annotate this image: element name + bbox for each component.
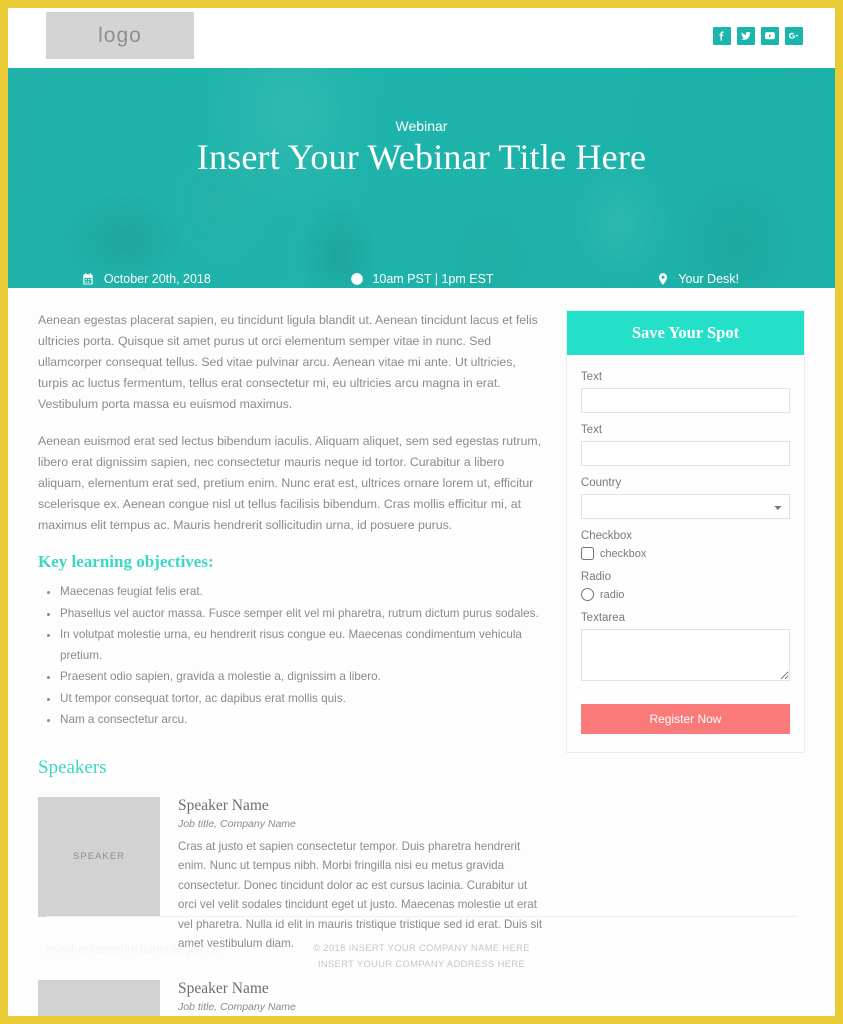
page-title: Insert Your Webinar Title Here [196,137,647,177]
field-text-1: Text [580,371,790,413]
hero-meta-time-text: 10am PST | 1pm EST [372,271,494,286]
form-header-title: Save Your Spot [566,311,804,355]
radio-option-label: radio [599,588,625,601]
field-radio-label: Radio [580,571,611,583]
form-body: Text Text Country Checkbox checkbox Radi… [567,355,804,752]
youtube-icon[interactable] [761,27,779,45]
logo-text: logo [98,23,142,47]
field-checkbox: Checkbox checkbox [580,530,790,560]
objectives-heading: Key learning objectives: [38,552,214,571]
list-item: Praesent odio sapien, gravida a molestie… [60,667,546,688]
field-country: Country [580,477,790,519]
field-textarea: Textarea [580,612,790,681]
hero-meta-date-text: October 20th, 2018 [103,271,211,286]
site-footer: wwwheritagechristiancollege.com © 2018 I… [8,916,835,1016]
field-radio: Radio radio [580,571,790,601]
twitter-icon[interactable] [737,27,755,45]
list-item: Nam a consectetur arcu. [60,710,546,731]
list-item: In volutpat molestie urna, eu hendrerit … [60,625,546,666]
field-text-1-label: Text [580,371,603,383]
speaker-role: Job title, Company Name [178,817,296,830]
field-textarea-label: Textarea [580,612,626,624]
speakers-heading: Speakers [38,756,107,778]
footer-address: INSERT YOUUR COMPANY ADDRESS HERE [317,959,526,969]
list-item: Ut tempor consequat tortor, ac dapibus e… [60,689,546,710]
hero-eyebrow: Webinar [395,118,448,134]
site-header: logo [8,8,835,68]
hero-meta-location-text: Your Desk! [678,271,740,286]
footer-divider [46,916,797,917]
speaker-name: Speaker Name [178,796,269,814]
location-pin-icon [655,271,670,286]
intro-paragraph-1: Aenean egestas placerat sapien, eu tinci… [38,313,538,411]
field-text-2: Text [580,424,790,466]
speaker-photo-label: SPEAKER [73,851,125,862]
footer-company-info: © 2018 INSERT YOUR COMPANY NAME HERE INS… [8,940,835,972]
speaker-photo-placeholder: SPEAKER [38,796,160,917]
facebook-icon[interactable] [713,27,731,45]
country-select[interactable] [580,494,790,519]
register-now-button[interactable]: Register Now [580,704,790,734]
checkbox-option-label: checkbox [599,547,647,560]
list-item: Phasellus vel auctor massa. Fusce semper… [60,604,546,625]
intro-paragraph-2: Aenean euismod erat sed lectus bibendum … [38,434,542,532]
content-area: Aenean egestas placerat sapien, eu tinci… [8,288,835,1016]
sidebar-column: Save Your Spot Text Text Country Checkbo… [565,310,805,1016]
clock-icon [349,271,364,286]
field-country-label: Country [580,477,622,489]
registration-form-panel: Save Your Spot Text Text Country Checkbo… [565,310,805,753]
objectives-list: Maecenas feugiat felis erat. Phasellus v… [38,582,546,731]
text-input-1[interactable] [580,388,790,413]
main-column: Aenean egestas placerat sapien, eu tinci… [38,310,546,1016]
checkbox-input[interactable] [580,547,594,560]
googleplus-icon[interactable] [785,27,803,45]
list-item: Maecenas feugiat felis erat. [60,582,546,603]
logo-placeholder[interactable]: logo [46,12,194,59]
field-checkbox-label: Checkbox [580,530,633,542]
textarea-input[interactable] [580,629,790,681]
social-links [713,27,803,45]
hero-meta-date: October 20th, 2018 [8,271,284,286]
text-input-2[interactable] [580,441,790,466]
hero-meta-time: 10am PST | 1pm EST [284,271,560,286]
field-text-2-label: Text [580,424,603,436]
hero-meta-location: Your Desk! [559,271,835,286]
radio-input[interactable] [580,588,594,601]
hero-banner: Webinar Insert Your Webinar Title Here O… [8,68,835,288]
calendar-icon [81,271,96,286]
footer-copyright: © 2018 INSERT YOUR COMPANY NAME HERE [313,943,530,953]
hero-meta-row: October 20th, 2018 10am PST | 1pm EST Yo… [8,271,835,286]
page-frame: logo Webinar Insert Your Webinar Title H… [8,8,835,1016]
